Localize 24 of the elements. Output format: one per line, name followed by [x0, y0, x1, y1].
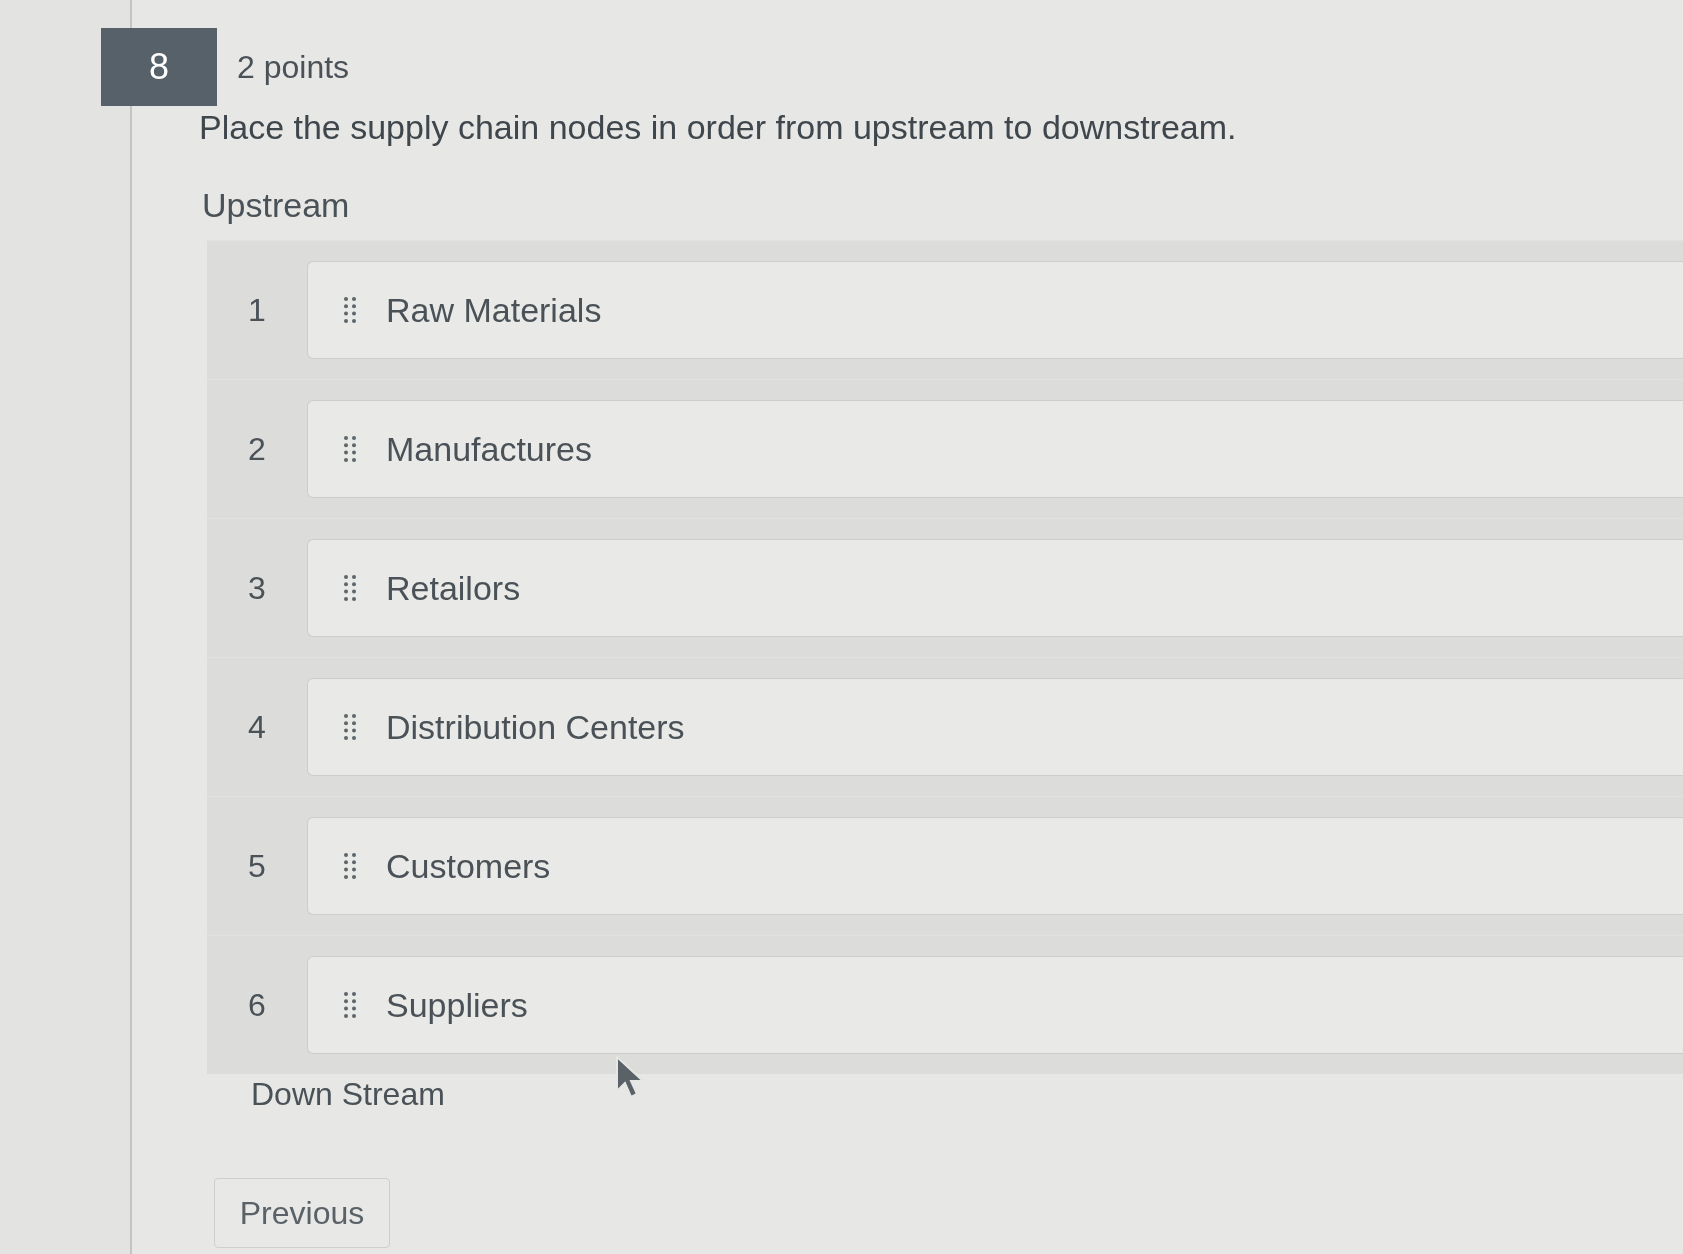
drag-handle-icon[interactable] — [344, 297, 356, 323]
draggable-item[interactable]: Raw Materials — [307, 261, 1683, 359]
draggable-item[interactable]: Manufactures — [307, 400, 1683, 498]
position-number: 6 — [247, 986, 267, 1025]
question-number-badge: 8 — [101, 28, 217, 106]
position-number: 5 — [247, 847, 267, 886]
question-prompt: Place the supply chain nodes in order from upstream to downstream. — [199, 107, 1237, 148]
draggable-item[interactable]: Distribution Centers — [307, 678, 1683, 776]
position-number: 4 — [247, 708, 267, 747]
drag-handle-icon[interactable] — [344, 436, 356, 462]
points-label: 2 points — [237, 48, 350, 87]
drag-handle-icon[interactable] — [344, 992, 356, 1018]
upstream-label: Upstream — [202, 185, 350, 226]
draggable-item[interactable]: Customers — [307, 817, 1683, 915]
previous-button[interactable]: Previous — [214, 1178, 390, 1248]
downstream-label: Down Stream — [251, 1075, 445, 1114]
draggable-item[interactable]: Retailors — [307, 539, 1683, 637]
drag-handle-icon[interactable] — [344, 853, 356, 879]
position-number: 1 — [247, 291, 267, 330]
position-number: 2 — [247, 430, 267, 469]
position-number: 3 — [247, 569, 267, 608]
drag-handle-icon[interactable] — [344, 714, 356, 740]
draggable-item[interactable]: Suppliers — [307, 956, 1683, 1054]
drag-handle-icon[interactable] — [344, 575, 356, 601]
